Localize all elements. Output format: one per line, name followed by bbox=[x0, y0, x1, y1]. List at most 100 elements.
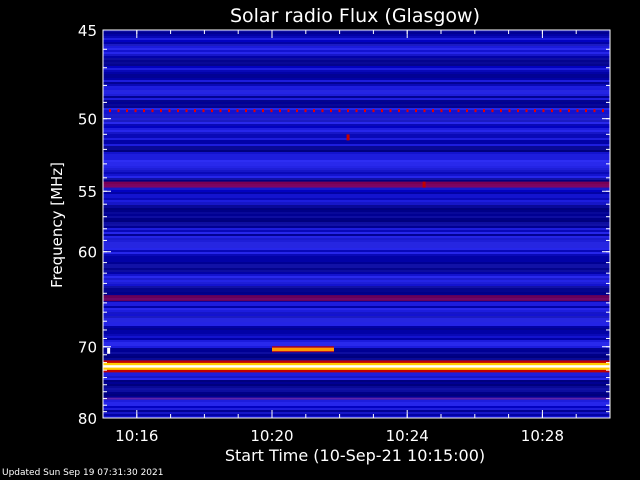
dark-band bbox=[103, 350, 610, 362]
chart-title: Solar radio Flux (Glasgow) bbox=[230, 5, 480, 27]
interference-dot bbox=[160, 109, 162, 113]
interference-dot bbox=[542, 109, 545, 113]
interference-dot bbox=[432, 109, 434, 113]
dark-band bbox=[103, 380, 610, 398]
spectrum-row bbox=[103, 174, 610, 176]
spectrum-row bbox=[103, 336, 610, 338]
dark-band bbox=[103, 58, 610, 66]
interference-dot bbox=[491, 109, 494, 113]
interference-dot bbox=[466, 109, 468, 113]
plot-area bbox=[102, 29, 611, 419]
spectrum-row bbox=[103, 306, 610, 308]
interference-dot bbox=[279, 109, 281, 113]
interference-dot bbox=[117, 109, 120, 113]
interference-dot bbox=[398, 109, 400, 113]
spectrum-row bbox=[103, 128, 610, 130]
spectrum-row bbox=[103, 330, 610, 332]
burst-segment bbox=[272, 347, 334, 352]
spectrum-row bbox=[103, 158, 610, 160]
spectrum-row bbox=[103, 198, 610, 200]
dark-band bbox=[103, 205, 610, 228]
spectrum-row bbox=[103, 258, 610, 260]
y-axis-label: Frequency [MHz] bbox=[48, 162, 66, 288]
spectrum-row bbox=[103, 98, 610, 100]
spectrum-row bbox=[103, 400, 610, 402]
spectrum-row bbox=[103, 144, 610, 146]
light-band bbox=[103, 236, 610, 248]
spectrum-row bbox=[103, 310, 610, 312]
emission-spot bbox=[107, 347, 111, 354]
spectrum-row bbox=[103, 190, 610, 192]
spectrum-row bbox=[103, 136, 610, 138]
spectrum-row bbox=[103, 188, 610, 190]
interference-dot bbox=[236, 109, 239, 113]
spectrum-row bbox=[103, 176, 610, 178]
interference-dot bbox=[517, 109, 519, 113]
spectrum-row bbox=[103, 96, 610, 98]
interference-dot bbox=[534, 109, 536, 113]
interference-dot bbox=[576, 109, 579, 113]
spectrum-row bbox=[103, 66, 610, 68]
light-band bbox=[103, 316, 610, 326]
x-axis-label: Start Time (10-Sep-21 10:15:00) bbox=[225, 446, 485, 465]
spectrum-row bbox=[103, 72, 610, 74]
interference-dot bbox=[508, 109, 511, 113]
spectrum-row bbox=[103, 124, 610, 126]
spectrum-row bbox=[103, 260, 610, 262]
x-tick-label: 10:28 bbox=[521, 427, 564, 445]
spectrum-row bbox=[103, 78, 610, 80]
dark-band bbox=[103, 286, 610, 296]
spectrum-row bbox=[103, 308, 610, 310]
spectrum-row bbox=[103, 374, 610, 376]
spectrum-row bbox=[103, 70, 610, 72]
spectrum-row bbox=[103, 42, 610, 44]
interference-dot bbox=[270, 109, 273, 113]
spectrum-row bbox=[103, 414, 610, 416]
interference-dot bbox=[483, 109, 485, 113]
interference-dot bbox=[143, 109, 145, 113]
spectrum-row bbox=[103, 132, 610, 134]
light-band bbox=[103, 44, 610, 50]
interference-dot bbox=[304, 109, 307, 113]
spectrum-row bbox=[103, 408, 610, 410]
interference-dot bbox=[185, 109, 188, 113]
spectrum-row bbox=[103, 326, 610, 328]
spectrum-row bbox=[103, 404, 610, 406]
dark-band bbox=[103, 262, 610, 272]
spectrum-row bbox=[103, 194, 610, 196]
spectrum-row bbox=[103, 332, 610, 334]
spectrum-row bbox=[103, 50, 610, 52]
spectrum-row bbox=[103, 284, 610, 286]
spectrum-row bbox=[103, 228, 610, 230]
spectrum-row bbox=[103, 328, 610, 330]
spectrum-row bbox=[103, 154, 610, 156]
interference-dot bbox=[602, 109, 604, 113]
interference-dot bbox=[313, 109, 315, 113]
interference-dot bbox=[347, 109, 349, 113]
emission-band bbox=[103, 181, 610, 188]
interference-dot bbox=[287, 109, 290, 113]
spectrum-row bbox=[103, 54, 610, 56]
updated-timestamp: Updated Sun Sep 19 07:31:30 2021 bbox=[2, 468, 164, 478]
spectrum-row bbox=[103, 234, 610, 236]
spectrum-row bbox=[103, 250, 610, 252]
interference-dot bbox=[211, 109, 213, 113]
y-tick-label: 50 bbox=[78, 111, 97, 129]
interference-dot bbox=[194, 109, 196, 113]
spectrum-row bbox=[103, 74, 610, 76]
interference-dot bbox=[364, 109, 366, 113]
interference-dot bbox=[134, 109, 137, 113]
spectrum-row bbox=[103, 314, 610, 316]
interference-dot bbox=[457, 109, 460, 113]
spectrum-row bbox=[103, 86, 610, 88]
y-tick-label: 80 bbox=[78, 410, 97, 428]
spectrogram-chart: Solar radio Flux (Glasgow) 455055607080 … bbox=[48, 5, 611, 465]
x-tick-label: 10:16 bbox=[115, 427, 158, 445]
spectrum-row bbox=[103, 82, 610, 84]
interference-dot bbox=[500, 109, 502, 113]
light-band bbox=[103, 114, 610, 124]
interference-dot bbox=[338, 109, 341, 113]
spectrum-row bbox=[103, 338, 610, 340]
spectrum-row bbox=[103, 134, 610, 136]
spectrum-row bbox=[103, 230, 610, 232]
